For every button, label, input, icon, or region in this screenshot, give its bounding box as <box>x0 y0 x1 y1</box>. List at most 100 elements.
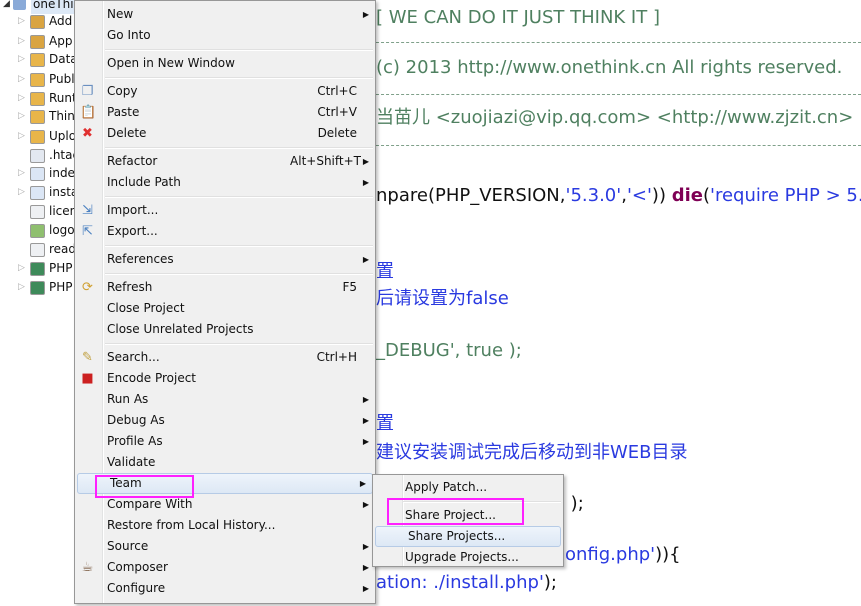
menu-item-encode-project[interactable]: ■ Encode Project <box>75 368 375 389</box>
menu-separator <box>75 242 375 249</box>
submenu-arrow-icon: ▶ <box>362 255 369 264</box>
submenu-arrow-icon: ▶ <box>362 395 369 404</box>
code-token: ); <box>543 572 557 593</box>
menu-item-export[interactable]: ⇱ Export... <box>75 221 375 242</box>
shortcut-label: Ctrl+H <box>316 350 357 364</box>
menu-item-new[interactable]: New ▶ <box>75 4 375 25</box>
menu-item-search[interactable]: ✎ Search... Ctrl+H <box>75 347 375 368</box>
code-token: (c) 2013 http://www.onethink.cn All righ… <box>376 57 843 78</box>
menu-item-paste[interactable]: 📋 Paste Ctrl+V <box>75 102 375 123</box>
menu-item-upgrade-projects[interactable]: Upgrade Projects... <box>373 547 563 568</box>
menu-item-label: Import... <box>107 203 159 217</box>
code-line: 当苗儿 <zuojiazi@vip.qq.com> <http://www.zj… <box>376 107 853 129</box>
code-token: 置 <box>376 261 394 282</box>
code-line: 后请设置为false <box>376 288 509 310</box>
menu-item-label: Debug As <box>107 413 165 427</box>
menu-separator <box>75 144 375 151</box>
code-token: 当苗儿 <zuojiazi@vip.qq.com> <http://www.zj… <box>376 107 854 128</box>
menu-item-refresh[interactable]: ⟳ Refresh F5 <box>75 277 375 298</box>
menu-item-include-path[interactable]: Include Path ▶ <box>75 172 375 193</box>
submenu-arrow-icon: ▶ <box>362 437 369 446</box>
menu-item-delete[interactable]: ✖ Delete Delete <box>75 123 375 144</box>
menu-item-label: Validate <box>107 455 156 469</box>
menu-item-go-into[interactable]: Go Into <box>75 25 375 46</box>
import-icon: ⇲ <box>82 203 93 218</box>
menu-item-copy[interactable]: ❐ Copy Ctrl+C <box>75 81 375 102</box>
menu-item-share-projects[interactable]: Share Projects... <box>375 526 561 547</box>
menu-item-composer[interactable]: ☕ Composer ▶ <box>75 557 375 578</box>
submenu-arrow-icon: ▶ <box>362 178 369 187</box>
menu-item-source[interactable]: Source ▶ <box>75 536 375 557</box>
shortcut-label: F5 <box>342 280 357 294</box>
menu-item-label: Open in New Window <box>107 56 235 70</box>
code-token: ation: ./install.php' <box>376 572 544 593</box>
menu-item-label: Export... <box>107 224 158 238</box>
menu-item-label: Encode Project <box>107 371 196 385</box>
menu-item-validate[interactable]: Validate <box>75 452 375 473</box>
menu-item-close-unrelated-projects[interactable]: Close Unrelated Projects <box>75 319 375 340</box>
code-token: )) <box>651 185 672 206</box>
paste-icon: 📋 <box>80 105 97 120</box>
menu-item-label: Close Unrelated Projects <box>107 322 254 336</box>
encode-icon: ■ <box>81 371 94 386</box>
menu-item-label: Restore from Local History... <box>107 518 276 532</box>
menu-item-import[interactable]: ⇲ Import... <box>75 200 375 221</box>
menu-item-label: Refresh <box>107 280 153 294</box>
code-token: [ WE CAN DO IT JUST THINK IT ] <box>376 7 660 28</box>
code-token: 建议安装调试完成后移动到非WEB目录 <box>376 442 688 463</box>
menu-item-label: Search... <box>107 350 160 364</box>
code-token: die <box>671 185 703 206</box>
menu-item-label: Copy <box>107 84 138 98</box>
highlight-box-share-project <box>387 498 524 525</box>
menu-item-configure[interactable]: Configure ▶ <box>75 578 375 599</box>
menu-separator <box>75 193 375 200</box>
code-token: 置 <box>376 413 394 434</box>
submenu-arrow-icon: ▶ <box>362 416 369 425</box>
menu-separator <box>75 46 375 53</box>
menu-separator <box>75 340 375 347</box>
code-token: '<' <box>626 185 652 206</box>
menu-item-refactor[interactable]: Refactor Alt+Shift+T ▶ <box>75 151 375 172</box>
menu-separator <box>75 74 375 81</box>
refresh-icon: ⟳ <box>82 280 93 295</box>
menu-item-run-as[interactable]: Run As ▶ <box>75 389 375 410</box>
code-line: 置 <box>376 413 394 435</box>
shortcut-label: Delete <box>317 126 357 140</box>
menu-item-label: Run As <box>107 392 149 406</box>
export-icon: ⇱ <box>82 224 93 239</box>
menu-item-label: Configure <box>107 581 166 595</box>
comment-divider <box>376 42 861 43</box>
composer-icon: ☕ <box>81 560 94 575</box>
menu-item-label: Apply Patch... <box>405 480 488 494</box>
menu-item-apply-patch[interactable]: Apply Patch... <box>373 477 563 498</box>
search-icon: ✎ <box>82 350 93 365</box>
menu-item-close-project[interactable]: Close Project <box>75 298 375 319</box>
menu-item-label: Go Into <box>107 28 151 42</box>
submenu-arrow-icon: ▶ <box>362 584 369 593</box>
menu-item-label: Include Path <box>107 175 181 189</box>
code-token: ( <box>702 185 710 206</box>
menu-item-open-in-new-window[interactable]: Open in New Window <box>75 53 375 74</box>
submenu-arrow-icon: ▶ <box>359 479 366 488</box>
highlight-box-team <box>95 475 194 498</box>
menu-separator <box>75 270 375 277</box>
code-token: 'require PHP > 5. <box>710 185 861 206</box>
submenu-arrow-icon: ▶ <box>362 542 369 551</box>
menu-item-label: Source <box>107 539 149 553</box>
menu-item-restore-from-local-history[interactable]: Restore from Local History... <box>75 515 375 536</box>
comment-divider <box>376 145 861 146</box>
code-token: '5.3.0' <box>565 185 622 206</box>
submenu-arrow-icon: ▶ <box>362 157 369 166</box>
menu-item-label: Close Project <box>107 301 185 315</box>
code-token: )){ <box>655 544 681 565</box>
code-line: 置 <box>376 261 394 283</box>
menu-item-references[interactable]: References ▶ <box>75 249 375 270</box>
menu-item-debug-as[interactable]: Debug As ▶ <box>75 410 375 431</box>
code-line: _DEBUG', true ); <box>376 340 522 362</box>
code-line: ation: ./install.php'); <box>376 572 557 594</box>
menu-item-profile-as[interactable]: Profile As ▶ <box>75 431 375 452</box>
code-token: _DEBUG', true ); <box>376 340 522 361</box>
shortcut-label: Ctrl+C <box>317 84 357 98</box>
delete-icon: ✖ <box>82 126 93 141</box>
submenu-arrow-icon: ▶ <box>362 500 369 509</box>
